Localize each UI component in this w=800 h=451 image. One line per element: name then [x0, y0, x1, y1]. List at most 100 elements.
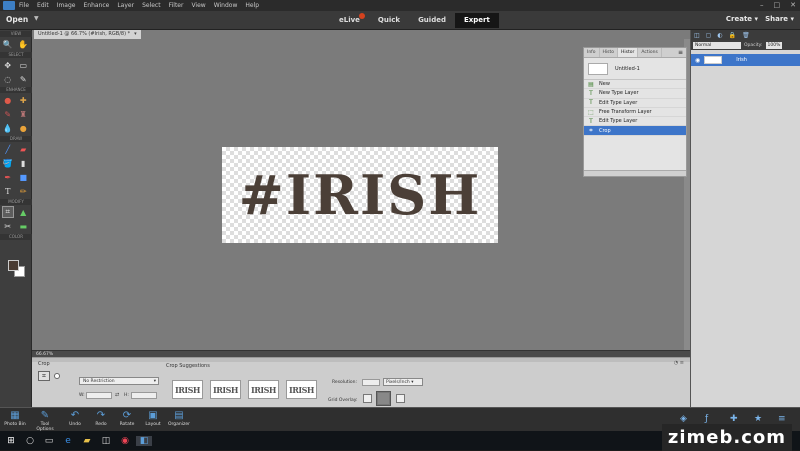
foreground-color-swatch[interactable] — [8, 260, 19, 271]
undo-button[interactable]: ↶ Undo — [62, 410, 88, 427]
organizer-button[interactable]: ▤ Organizer — [166, 410, 192, 427]
grid-overlay-rule-of-thirds[interactable] — [376, 391, 391, 406]
menu-select[interactable]: Select — [142, 2, 161, 9]
tab-guided[interactable]: Guided — [409, 13, 455, 28]
menu-view[interactable]: View — [191, 2, 205, 9]
layout-button[interactable]: ▣ Layout — [140, 410, 166, 427]
cookie-cutter-radio[interactable] — [54, 373, 60, 379]
tool-options-button[interactable]: ✎ Tool Options — [32, 410, 58, 432]
favorites-icon[interactable]: ★ — [754, 414, 762, 424]
zoom-icon[interactable]: 🔍 — [3, 39, 13, 49]
minimize-icon[interactable]: – — [760, 1, 764, 9]
resolution-input[interactable] — [362, 379, 380, 386]
history-item[interactable]: ▤ New — [584, 80, 686, 90]
close-icon[interactable]: ▾ — [134, 31, 137, 37]
task-view-icon[interactable]: ▭ — [41, 436, 57, 446]
swap-icon[interactable]: ⇄ — [115, 392, 119, 398]
windows-start-icon[interactable]: ⊞ — [3, 436, 19, 446]
clone-stamp-icon[interactable]: ♜ — [18, 109, 28, 119]
new-layer-icon[interactable]: ◫ — [694, 32, 700, 39]
red-eye-icon[interactable]: ● — [3, 95, 13, 105]
lasso-icon[interactable]: ◌ — [3, 74, 13, 84]
pencil-icon[interactable]: ✏ — [18, 186, 28, 196]
menu-file[interactable]: File — [19, 2, 29, 9]
marquee-icon[interactable]: ▭ — [18, 60, 28, 70]
panel-menu-icon[interactable]: ≡ — [675, 48, 686, 57]
straighten-icon[interactable]: ▬ — [18, 221, 28, 231]
add-icon[interactable]: ✚ — [730, 414, 738, 424]
grid-overlay-grid[interactable] — [396, 394, 405, 403]
menu-help[interactable]: Help — [245, 2, 259, 9]
tab-elive[interactable]: eLive — [330, 13, 369, 28]
type-icon[interactable]: T — [3, 186, 13, 196]
photoshop-elements-taskbar-icon[interactable]: ◧ — [136, 435, 152, 446]
share-button[interactable]: Share ▾ — [765, 15, 794, 23]
menu-image[interactable]: Image — [57, 2, 76, 9]
history-item-active[interactable]: ⌗ Crop — [584, 126, 686, 136]
redo-button[interactable]: ↷ Redo — [88, 410, 114, 427]
crop-suggestion-2[interactable]: IRISH — [210, 380, 241, 399]
cortana-icon[interactable]: ○ — [22, 436, 38, 446]
tab-histogram[interactable]: Histo — [600, 48, 619, 57]
photo-bin-button[interactable]: ▦ Photo Bin — [2, 410, 28, 427]
close-icon[interactable]: ✕ — [790, 1, 796, 9]
create-button[interactable]: Create ▾ — [726, 15, 758, 23]
tab-actions[interactable]: Actions — [638, 48, 662, 57]
gradient-icon[interactable]: ▮ — [18, 158, 28, 168]
history-item[interactable]: T Edit Type Layer — [584, 117, 686, 127]
lock-icon[interactable]: 🔒 — [729, 32, 736, 39]
blur-icon[interactable]: 💧 — [3, 123, 13, 133]
opacity-input[interactable]: 100% — [765, 41, 783, 49]
history-item[interactable]: T New Type Layer — [584, 89, 686, 99]
edge-icon[interactable]: e — [60, 436, 76, 446]
tab-quick[interactable]: Quick — [369, 13, 409, 28]
eyedropper-icon[interactable]: ✒ — [3, 172, 13, 182]
history-snapshot[interactable]: Untitled-1 — [584, 58, 686, 80]
new-group-icon[interactable]: ▢ — [706, 32, 712, 39]
crop-icon[interactable]: ⌗ — [1, 206, 14, 218]
chrome-icon[interactable]: ◉ — [117, 436, 133, 446]
menu-window[interactable]: Window — [214, 2, 238, 9]
file-explorer-icon[interactable]: ▰ — [79, 436, 95, 446]
hand-icon[interactable]: ✋ — [18, 39, 28, 49]
crop-icon[interactable]: ⌗ — [38, 371, 50, 381]
rotate-button[interactable]: ⟳ Rotate — [114, 410, 140, 427]
eraser-icon[interactable]: ▰ — [18, 144, 28, 154]
history-item[interactable]: T Edit Type Layer — [584, 99, 686, 108]
resolution-unit-select[interactable]: Pixels/Inch ▾ — [383, 378, 423, 386]
width-input[interactable] — [86, 392, 112, 399]
effects-icon[interactable]: ƒ — [705, 414, 708, 424]
eye-icon[interactable]: ◉ — [695, 57, 700, 64]
store-icon[interactable]: ◫ — [98, 436, 114, 446]
trash-icon[interactable]: 🗑 — [742, 32, 750, 39]
healing-brush-icon[interactable]: ✚ — [18, 95, 28, 105]
sponge-icon[interactable]: ● — [18, 123, 28, 133]
crop-suggestion-4[interactable]: IRISH — [286, 380, 317, 399]
menu-enhance[interactable]: Enhance — [83, 2, 109, 9]
crop-suggestion-3[interactable]: IRISH — [248, 380, 279, 399]
adjustment-layer-icon[interactable]: ◐ — [717, 32, 722, 39]
more-icon[interactable]: ≡ — [778, 414, 786, 424]
crop-suggestion-1[interactable]: IRISH — [172, 380, 203, 399]
tool-options-menu-icon[interactable]: ◔ ≡ — [674, 360, 684, 366]
menu-filter[interactable]: Filter — [169, 2, 184, 9]
chevron-down-icon[interactable]: ▼ — [34, 15, 39, 22]
document-tab[interactable]: Untitled-1 @ 66.7% (#Irish, RGB/8) * ▾ — [34, 30, 141, 39]
menu-layer[interactable]: Layer — [117, 2, 134, 9]
aspect-ratio-select[interactable]: No Restriction ▾ — [79, 377, 159, 385]
layers-icon[interactable]: ◈ — [680, 414, 687, 424]
maximize-icon[interactable]: □ — [774, 1, 781, 9]
tab-expert[interactable]: Expert — [454, 13, 499, 28]
layer-row[interactable]: ◉ Irish — [691, 54, 800, 66]
shape-icon[interactable]: ■ — [18, 172, 28, 182]
grid-overlay-none[interactable] — [363, 394, 372, 403]
move-tool-icon[interactable]: ✥ — [3, 60, 13, 70]
recompose-icon[interactable]: ▲ — [18, 207, 28, 217]
blend-mode-select[interactable]: Normal — [693, 41, 741, 49]
tab-history[interactable]: Histor — [618, 48, 639, 57]
content-aware-move-icon[interactable]: ✂ — [3, 221, 13, 231]
brush-icon[interactable]: ╱ — [3, 144, 13, 154]
history-item[interactable]: ⬚ Free Transform Layer — [584, 108, 686, 118]
canvas[interactable]: #IRISH — [222, 147, 498, 243]
quick-selection-icon[interactable]: ✎ — [18, 74, 28, 84]
